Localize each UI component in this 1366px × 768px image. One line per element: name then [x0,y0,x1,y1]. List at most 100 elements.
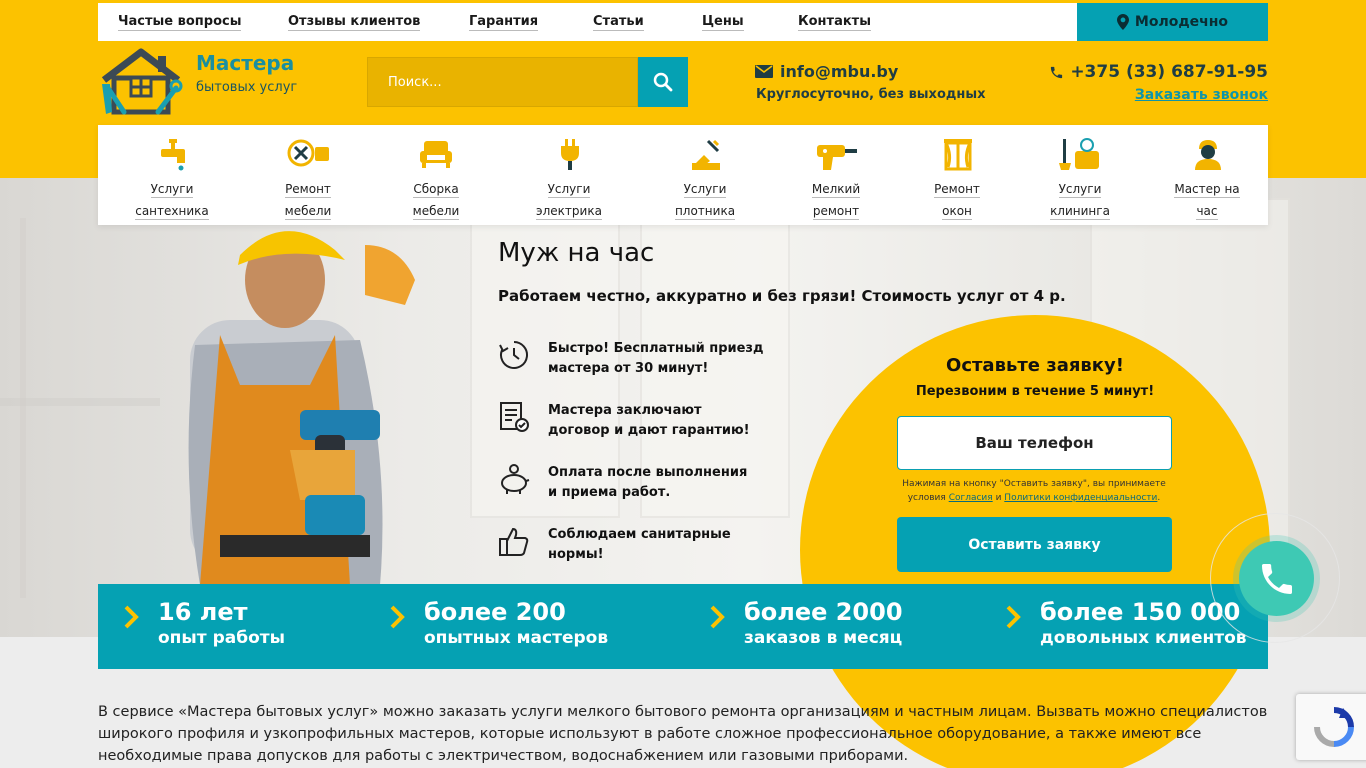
service-label-line1: Сборка [413,182,459,198]
feature-fast: Быстро! Бесплатный приезд мастера от 30 … [498,339,798,383]
service-label-line2: окон [942,204,972,220]
worker-icon [1195,140,1221,170]
consent-and: и [995,493,1002,503]
saw-icon [692,139,720,170]
services-bar: Услуги сантехника Ремонт мебели Сборка мебе… [98,125,1268,225]
chevron-right-icon [710,605,725,629]
faucet-icon [161,139,185,171]
stats-bar: 16 лет опыт работы более 200 опытных мас… [98,584,1268,669]
consent-text: Нажимая на кнопку "Оставить заявку", вы … [889,477,1179,505]
tools-icon [287,139,329,167]
service-window-repair[interactable]: Ремонт окон [899,125,1015,225]
consent-agreement-link[interactable]: Согласия [949,493,993,503]
stat-value: 16 лет [158,598,248,626]
service-small-repair[interactable]: Мелкий ремонт [778,125,894,225]
chevron-right-icon [124,605,139,629]
drill-icon [817,145,857,170]
service-label-line2: сантехника [135,204,209,220]
piggy-bank-icon [501,464,530,494]
stat-label: заказов в месяц [744,628,903,648]
hero-title: Муж на час [498,238,655,268]
service-plumbing[interactable]: Услуги сантехника [114,125,230,225]
search-input[interactable] [367,57,638,107]
nav-guarantee[interactable]: Гарантия [469,14,539,31]
nav-articles[interactable]: Статьи [593,14,644,31]
form-subtitle: Перезвоним в течение 5 минут! [915,384,1155,399]
plug-icon [561,139,579,170]
service-electrician[interactable]: Услуги электрика [511,125,627,225]
service-label-line2: мебели [284,204,332,220]
stat-label: опыт работы [158,628,285,648]
nav-prices[interactable]: Цены [702,14,744,31]
email-text: info@mbu.by [780,62,899,81]
search-button[interactable] [638,57,688,107]
service-label-line2: клининга [1050,204,1110,220]
search-icon [653,72,673,92]
service-carpenter[interactable]: Услуги плотника [647,125,763,225]
hero-subtitle: Работаем честно, аккуратно и без грязи! … [498,287,1066,305]
phone-icon [1051,66,1063,78]
feature-text: Быстро! Бесплатный приезд мастера от 30 … [548,341,764,376]
service-label-line1: Услуги [150,182,194,198]
service-label-line2: плотника [674,204,736,220]
service-label-line1: Ремонт [934,182,980,198]
stat-label: довольных клиентов [1040,628,1247,648]
order-callback-link[interactable]: Заказать звонок [1135,87,1268,103]
stat-value: более 200 [424,598,566,626]
location-pin-icon [1116,14,1129,30]
window-icon [944,139,972,171]
feature-text: Мастера заключают договор и дают гаранти… [548,403,750,438]
service-label-line1: Услуги [547,182,591,198]
submit-request-button[interactable]: Оставить заявку [897,517,1172,572]
nav-contacts[interactable]: Контакты [798,14,871,31]
phone-text: +375 (33) 687-91-95 [1070,62,1268,82]
service-handyman[interactable]: Мастер на час [1149,125,1265,225]
nav-faq[interactable]: Частые вопросы [118,14,242,31]
stat-label: опытных мастеров [424,628,609,648]
floating-call-button[interactable] [1239,541,1314,616]
stat-value: более 2000 [744,598,903,626]
service-label-line2: мебели [412,204,460,220]
feature-sanitary: Соблюдаем санитарные нормы! [498,525,798,569]
thumbs-up-icon [499,527,529,556]
house-tools-logo-icon [101,48,183,115]
sofa-icon [420,141,452,168]
site-logo[interactable]: Мастера бытовых услуг [98,48,318,118]
service-description: В сервисе «Мастера бытовых услуг» можно … [98,704,1268,764]
service-furniture-repair[interactable]: Ремонт мебели [250,125,366,225]
nav-reviews[interactable]: Отзывы клиентов [288,14,421,31]
form-title: Оставьте заявку! [946,355,1124,376]
service-furniture-assembly[interactable]: Сборка мебели [378,125,494,225]
logo-subtitle: бытовых услуг [196,80,298,95]
service-label-line2: ремонт [812,204,860,220]
privacy-policy-link[interactable]: Политики конфиденциальности [1004,493,1157,503]
phone-handset-icon [1261,563,1292,594]
recaptcha-badge[interactable] [1296,694,1366,760]
phone-contact[interactable]: +375 (33) 687-91-95 [1049,62,1268,82]
feature-payment: Оплата после выполнения и приема работ. [498,463,798,507]
recaptcha-icon [1313,707,1354,747]
feature-text: Соблюдаем санитарные нормы! [548,527,731,562]
service-label-line2: час [1196,204,1218,220]
working-hours: Круглосуточно, без выходных [756,87,986,102]
contract-icon [500,402,529,432]
service-label-line2: электрика [536,204,602,220]
phone-input[interactable] [897,416,1172,470]
service-label-line1: Услуги [1058,182,1102,198]
service-label-line1: Мастер на [1174,182,1240,198]
worker-illustration [188,231,415,585]
email-contact[interactable]: info@mbu.by [755,62,898,81]
service-label-line1: Мелкий [811,182,861,198]
chevron-right-icon [390,605,405,629]
feature-text: Оплата после выполнения и приема работ. [548,465,748,500]
city-name: Молодечно [1134,14,1229,30]
cleaning-icon [1059,138,1099,170]
consent-end: . [1157,493,1161,503]
logo-title: Мастера [196,51,295,75]
service-label-line1: Ремонт [285,182,331,198]
service-cleaning[interactable]: Услуги клининга [1022,125,1138,225]
chevron-right-icon [1006,605,1021,629]
clock-icon [499,341,528,369]
top-navigation: Частые вопросы Отзывы клиентов Гарантия … [98,3,1077,41]
city-selector[interactable]: Молодечно [1077,3,1268,41]
